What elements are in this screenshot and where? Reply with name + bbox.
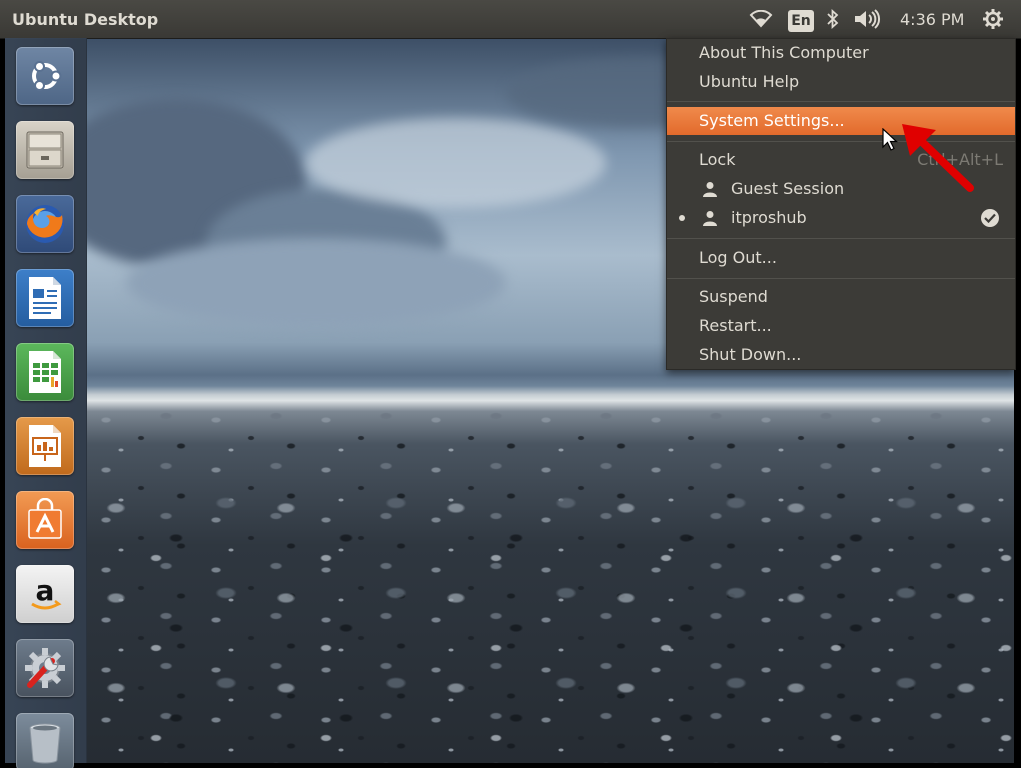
user-icon — [703, 211, 717, 226]
bluetooth-icon[interactable] — [824, 8, 842, 30]
menu-restart[interactable]: Restart... — [667, 312, 1015, 340]
network-wifi-icon[interactable] — [748, 8, 774, 30]
launcher-software-center-button[interactable] — [13, 488, 77, 552]
menu-item-label: Suspend — [699, 287, 768, 306]
window-title: Ubuntu Desktop — [12, 10, 159, 29]
launcher-trash-button[interactable] — [13, 710, 77, 768]
menu-item-label: System Settings... — [699, 111, 845, 130]
beach-stones-foreground — [86, 488, 1014, 763]
menu-ubuntu-help[interactable]: Ubuntu Help — [667, 68, 1015, 96]
system-settings-icon — [16, 639, 74, 697]
checkmark-icon — [981, 209, 999, 227]
unity-launcher: a — [5, 38, 87, 768]
svg-text:a: a — [36, 574, 55, 607]
annotation-arrow-icon — [902, 124, 974, 192]
menu-item-label: Lock — [699, 150, 736, 169]
menu-log-out[interactable]: Log Out... — [667, 244, 1015, 272]
menu-user-itproshub[interactable]: itproshub — [667, 204, 1015, 232]
menu-item-label: About This Computer — [699, 43, 869, 62]
ubuntu-desktop-screen: Ubuntu Desktop En 4:36 PM a About This C… — [0, 0, 1021, 768]
menu-item-label: itproshub — [731, 208, 807, 227]
amazon-icon: a — [16, 565, 74, 623]
menu-separator — [667, 238, 1015, 239]
user-icon — [703, 182, 717, 197]
volume-icon[interactable] — [852, 8, 882, 30]
launcher-system-settings-button[interactable] — [13, 636, 77, 700]
mouse-pointer-icon — [882, 128, 898, 151]
software-center-bag-icon — [16, 491, 74, 549]
trash-icon — [16, 713, 74, 768]
libreoffice-calc-icon — [16, 343, 74, 401]
menu-item-label: Log Out... — [699, 248, 777, 267]
session-gear-icon[interactable] — [980, 8, 1006, 30]
launcher-impress-button[interactable] — [13, 414, 77, 478]
menu-separator — [667, 278, 1015, 279]
launcher-calc-button[interactable] — [13, 340, 77, 404]
menu-item-label: Guest Session — [731, 179, 845, 198]
menu-about-this-computer[interactable]: About This Computer — [667, 39, 1015, 67]
launcher-firefox-button[interactable] — [13, 192, 77, 256]
menu-item-label: Ubuntu Help — [699, 72, 800, 91]
libreoffice-impress-icon — [16, 417, 74, 475]
menu-item-label: Restart... — [699, 316, 772, 335]
menu-suspend[interactable]: Suspend — [667, 283, 1015, 311]
top-panel: Ubuntu Desktop En 4:36 PM — [0, 0, 1021, 39]
file-cabinet-icon — [16, 121, 74, 179]
menu-item-label: Shut Down... — [699, 345, 802, 364]
firefox-icon — [16, 195, 74, 253]
keyboard-layout-indicator[interactable]: En — [788, 10, 814, 32]
launcher-writer-button[interactable] — [13, 266, 77, 330]
launcher-files-button[interactable] — [13, 118, 77, 182]
ubuntu-logo-icon — [16, 47, 74, 105]
launcher-amazon-button[interactable]: a — [13, 562, 77, 626]
launcher-dash-button[interactable] — [13, 44, 77, 108]
clock[interactable]: 4:36 PM — [900, 10, 964, 29]
menu-shut-down[interactable]: Shut Down... — [667, 341, 1015, 369]
libreoffice-writer-icon — [16, 269, 74, 327]
menu-separator — [667, 101, 1015, 102]
active-user-dot-icon — [679, 215, 685, 221]
